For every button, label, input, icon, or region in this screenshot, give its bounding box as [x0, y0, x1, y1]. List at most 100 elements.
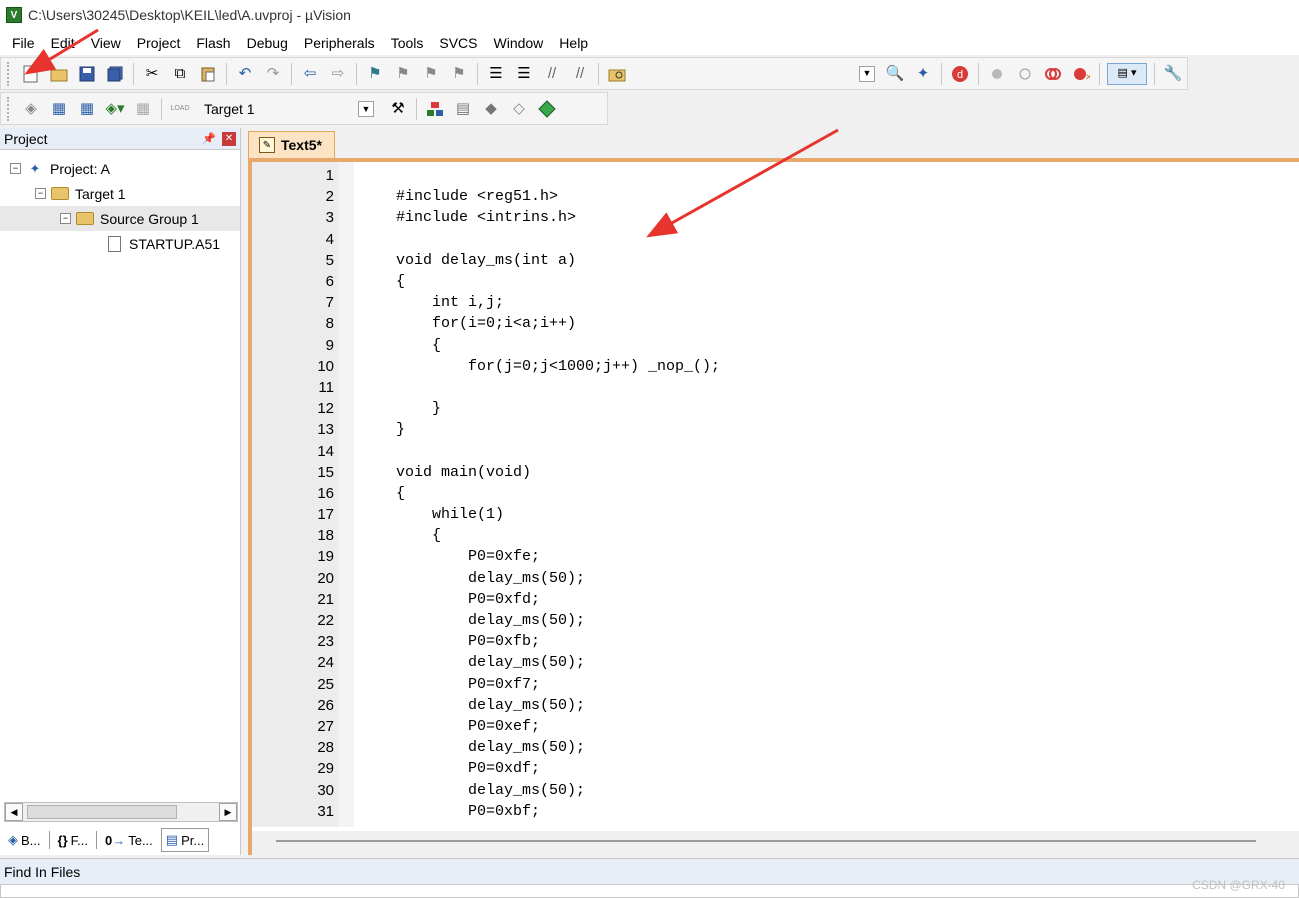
menu-project[interactable]: Project	[129, 35, 189, 51]
pack-installer-icon[interactable]: ◇	[508, 98, 530, 120]
tab-books[interactable]: ◈ B...	[4, 829, 45, 851]
select-packs-icon[interactable]: ◆	[480, 98, 502, 120]
code-line[interactable]: 25 P0=0xf7;	[252, 674, 1299, 695]
code-line[interactable]: 30 delay_ms(50);	[252, 779, 1299, 800]
file-extensions-icon[interactable]: ▤	[452, 98, 474, 120]
nav-forward-icon[interactable]: ⇨	[327, 63, 349, 85]
tab-project[interactable]: ▤ Pr...	[160, 828, 210, 852]
build-icon[interactable]: ▦	[48, 98, 70, 120]
code-line[interactable]: 10 for(j=0;j<1000;j++) _nop_();	[252, 356, 1299, 377]
menu-window[interactable]: Window	[486, 35, 552, 51]
menu-peripherals[interactable]: Peripherals	[296, 35, 383, 51]
stop-build-icon[interactable]: ▦	[132, 98, 154, 120]
code-line[interactable]: 20 delay_ms(50);	[252, 568, 1299, 589]
code-editor[interactable]: 1 2 #include <reg51.h> 3 #include <intrins.h…	[252, 162, 1299, 827]
menu-edit[interactable]: Edit	[43, 35, 83, 51]
code-line[interactable]: 9 {	[252, 335, 1299, 356]
copy-icon[interactable]: ⧉	[169, 63, 191, 85]
menu-help[interactable]: Help	[551, 35, 596, 51]
load-icon[interactable]: LOAD	[169, 98, 191, 120]
indent-icon[interactable]: ☰	[485, 63, 507, 85]
menu-debug[interactable]: Debug	[239, 35, 296, 51]
uncomment-icon[interactable]: //	[569, 63, 591, 85]
debug-session-icon[interactable]: ✦	[912, 63, 934, 85]
menu-tools[interactable]: Tools	[383, 35, 432, 51]
collapse-icon[interactable]: −	[35, 188, 46, 199]
breakpoint-icon[interactable]	[986, 63, 1008, 85]
target-dropdown-icon[interactable]: ▼	[358, 100, 374, 117]
code-line[interactable]: 13}	[252, 419, 1299, 440]
collapse-icon[interactable]: −	[10, 163, 21, 174]
save-icon[interactable]	[76, 63, 98, 85]
bookmark-icon[interactable]: ⚑	[364, 63, 386, 85]
target-options-icon[interactable]: ⚒	[387, 98, 409, 120]
toolbar-grip[interactable]	[7, 96, 11, 121]
start-debug-icon[interactable]: d	[949, 63, 971, 85]
comment-icon[interactable]: //	[541, 63, 563, 85]
configure-icon[interactable]: 🔧	[1162, 63, 1184, 85]
code-line[interactable]: 28 delay_ms(50);	[252, 737, 1299, 758]
scroll-thumb[interactable]	[276, 840, 1256, 842]
breakpoint-disable-icon[interactable]	[1014, 63, 1036, 85]
tree-item-source-group[interactable]: − Source Group 1	[0, 206, 240, 231]
incremental-find-icon[interactable]: 🔍	[884, 63, 906, 85]
code-line[interactable]: 15 void main(void)	[252, 462, 1299, 483]
code-line[interactable]: 12 }	[252, 398, 1299, 419]
prev-bookmark-icon[interactable]: ⚑	[392, 63, 414, 85]
manage-components-icon[interactable]	[424, 98, 446, 120]
code-line[interactable]: 31 P0=0xbf;	[252, 801, 1299, 822]
tab-text5[interactable]: ✎ Text5*	[248, 131, 335, 158]
code-line[interactable]: 14	[252, 440, 1299, 461]
code-line[interactable]: 5 void delay_ms(int a)	[252, 250, 1299, 271]
code-line[interactable]: 22 delay_ms(50);	[252, 610, 1299, 631]
code-line[interactable]: 19 P0=0xfe;	[252, 546, 1299, 567]
tree-item-target[interactable]: − Target 1	[0, 181, 240, 206]
open-file-icon[interactable]	[48, 63, 70, 85]
close-icon[interactable]: ✕	[222, 131, 236, 146]
menu-flash[interactable]: Flash	[188, 35, 238, 51]
code-line[interactable]: 16 {	[252, 483, 1299, 504]
tab-templates[interactable]: 0→ Te...	[101, 830, 157, 851]
nav-back-icon[interactable]: ⇦	[299, 63, 321, 85]
unindent-icon[interactable]: ☰	[513, 63, 535, 85]
batch-build-icon[interactable]: ◈▾	[104, 98, 126, 120]
code-line[interactable]: 3 #include <intrins.h>	[252, 207, 1299, 228]
save-all-icon[interactable]	[104, 63, 126, 85]
menu-svcs[interactable]: SVCS	[431, 35, 485, 51]
paste-icon[interactable]	[197, 63, 219, 85]
code-line[interactable]: 4	[252, 229, 1299, 250]
cut-icon[interactable]: ✂	[141, 63, 163, 85]
window-layout-icon[interactable]: ▤ ▾	[1107, 62, 1147, 85]
scroll-thumb[interactable]	[27, 805, 177, 819]
scroll-right-icon[interactable]: ▶	[219, 803, 237, 821]
menu-view[interactable]: View	[83, 35, 129, 51]
code-line[interactable]: 21 P0=0xfd;	[252, 589, 1299, 610]
code-line[interactable]: 18 {	[252, 525, 1299, 546]
target-select[interactable]: Target 1 ▼	[200, 97, 378, 121]
code-line[interactable]: 27 P0=0xef;	[252, 716, 1299, 737]
toolbar-grip[interactable]	[7, 61, 11, 86]
collapse-icon[interactable]: −	[60, 213, 71, 224]
rebuild-icon[interactable]: ▦	[76, 98, 98, 120]
code-line[interactable]: 24 delay_ms(50);	[252, 652, 1299, 673]
tree-item-project[interactable]: − ✦ Project: A	[0, 156, 240, 181]
editor-hscrollbar[interactable]	[252, 831, 1299, 855]
code-line[interactable]: 7 int i,j;	[252, 292, 1299, 313]
find-dropdown-icon[interactable]: ▼	[856, 63, 878, 85]
code-line[interactable]: 1	[252, 165, 1299, 186]
code-line[interactable]: 11	[252, 377, 1299, 398]
code-line[interactable]: 2 #include <reg51.h>	[252, 186, 1299, 207]
menu-file[interactable]: File	[4, 35, 43, 51]
new-file-icon[interactable]	[20, 63, 42, 85]
code-line[interactable]: 6{	[252, 271, 1299, 292]
code-line[interactable]: 23 P0=0xfb;	[252, 631, 1299, 652]
pin-icon[interactable]: 📌	[202, 132, 216, 145]
breakpoint-kill-all-icon[interactable]: ✕	[1070, 63, 1092, 85]
breakpoint-disable-all-icon[interactable]	[1042, 63, 1064, 85]
clear-bookmarks-icon[interactable]: ⚑	[448, 63, 470, 85]
undo-icon[interactable]: ↶	[234, 63, 256, 85]
code-line[interactable]: 17 while(1)	[252, 504, 1299, 525]
code-line[interactable]: 8 for(i=0;i<a;i++)	[252, 313, 1299, 334]
tab-functions[interactable]: {} F...	[54, 830, 92, 851]
next-bookmark-icon[interactable]: ⚑	[420, 63, 442, 85]
